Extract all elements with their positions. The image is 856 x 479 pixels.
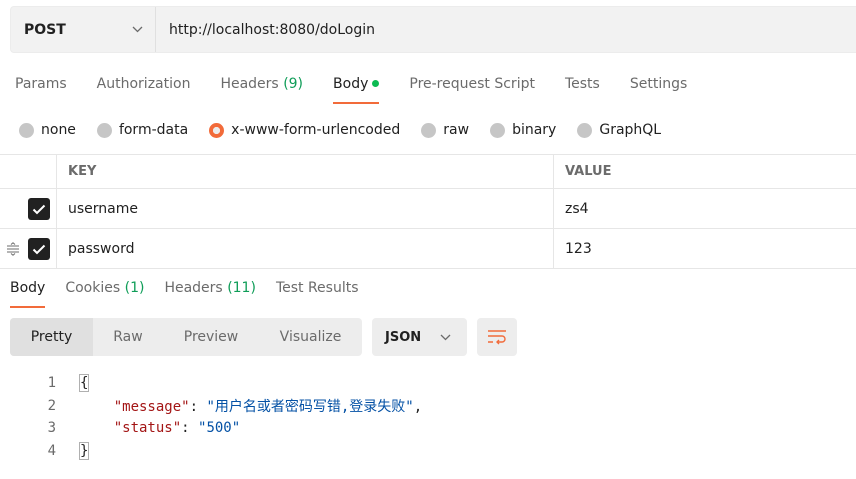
line-number: 1 [47,375,56,392]
header-check-cell [0,155,56,188]
value-field[interactable]: zs4 [554,189,856,228]
radio-circle [19,122,34,138]
column-header-value: VALUE [565,164,612,179]
radio-raw[interactable]: raw [421,122,469,138]
chevron-down-icon [440,334,451,340]
json-sep: : [181,420,199,437]
format-label: JSON [385,329,422,345]
wrap-lines-button[interactable] [477,318,517,356]
radio-circle [96,122,112,138]
json-sep: : [189,398,207,415]
request-tabs: Params Authorization Headers (9) Body Pr… [15,74,717,104]
tab-tests[interactable]: Tests [565,74,600,104]
code-line: 4 } [0,440,856,463]
response-tab-test-results[interactable]: Test Results [276,278,359,308]
request-url-bar: POST http://localhost:8080/doLogin [10,6,856,53]
method-select[interactable]: POST [11,7,156,52]
response-tab-cookies[interactable]: Cookies (1) [65,278,144,308]
row-checkbox[interactable] [28,238,50,260]
line-number: 2 [47,397,56,414]
tab-params[interactable]: Params [15,74,67,104]
tab-authorization[interactable]: Authorization [97,74,191,104]
radio-circle [490,122,506,138]
row-checkbox[interactable] [28,198,50,220]
line-number: 4 [47,442,56,459]
view-mode-toggle: Pretty Raw Preview Visualize [10,318,362,356]
json-value: "用户名或者密码写错,登录失败" [206,398,414,415]
radio-x-www-form-urlencoded[interactable]: x-www-form-urlencoded [209,122,400,138]
radio-circle [421,122,437,138]
response-body-code: 1 { 2 "message": "用户名或者密码写错,登录失败", 3 "st… [0,372,856,462]
code-line: 1 { [0,372,856,395]
code-line: 2 "message": "用户名或者密码写错,登录失败", [0,395,856,418]
row-check-cell [0,229,56,268]
radio-circle [577,122,593,138]
line-number: 3 [47,420,56,437]
view-visualize-button[interactable]: Visualize [259,318,362,356]
body-type-radios: none form-data x-www-form-urlencoded raw… [19,120,682,140]
table-header-row: KEY VALUE [0,155,856,189]
view-pretty-button[interactable]: Pretty [10,318,93,356]
format-select[interactable]: JSON [372,318,467,356]
table-row: username zs4 [0,189,856,229]
key-field[interactable]: password [56,229,554,268]
url-input[interactable]: http://localhost:8080/doLogin [156,7,856,52]
radio-binary[interactable]: binary [490,122,556,138]
headers-count: (9) [283,76,304,92]
radio-graphql[interactable]: GraphQL [577,122,661,138]
cookies-count: (1) [124,280,145,296]
radio-none[interactable]: none [19,122,76,138]
drag-handle-icon[interactable] [6,242,20,256]
view-raw-button[interactable]: Raw [93,318,163,356]
tab-settings[interactable]: Settings [630,74,687,104]
json-end: , [413,398,423,415]
key-value-table: KEY VALUE username zs4 password 123 [0,154,856,269]
checkmark-icon [32,204,46,214]
method-label: POST [24,21,66,38]
column-header-key: KEY [56,155,554,188]
view-preview-button[interactable]: Preview [163,318,259,356]
code-text: { [78,374,90,393]
response-headers-count: (11) [227,280,256,296]
response-tab-body[interactable]: Body [10,278,46,308]
checkmark-icon [32,244,46,254]
body-active-dot [372,79,380,87]
code-line: 3 "status": "500" [0,417,856,440]
tab-body[interactable]: Body [333,74,380,104]
radio-form-data[interactable]: form-data [96,122,188,138]
code-text: } [78,441,90,460]
tab-pre-request-script[interactable]: Pre-request Script [409,74,535,104]
radio-circle-selected [209,122,225,138]
value-field[interactable]: 123 [554,229,856,268]
json-key: "status" [113,420,182,437]
table-row: password 123 [0,229,856,269]
response-tab-headers[interactable]: Headers (11) [164,278,255,308]
wrap-lines-icon [488,330,506,345]
json-value: "500" [198,420,241,437]
response-tabs: Body Cookies (1) Headers (11) Test Resul… [10,278,379,308]
chevron-down-icon [132,26,143,33]
json-key: "message" [113,398,190,415]
tab-headers[interactable]: Headers (9) [220,74,303,104]
key-field[interactable]: username [56,189,554,228]
row-check-cell [0,189,56,228]
